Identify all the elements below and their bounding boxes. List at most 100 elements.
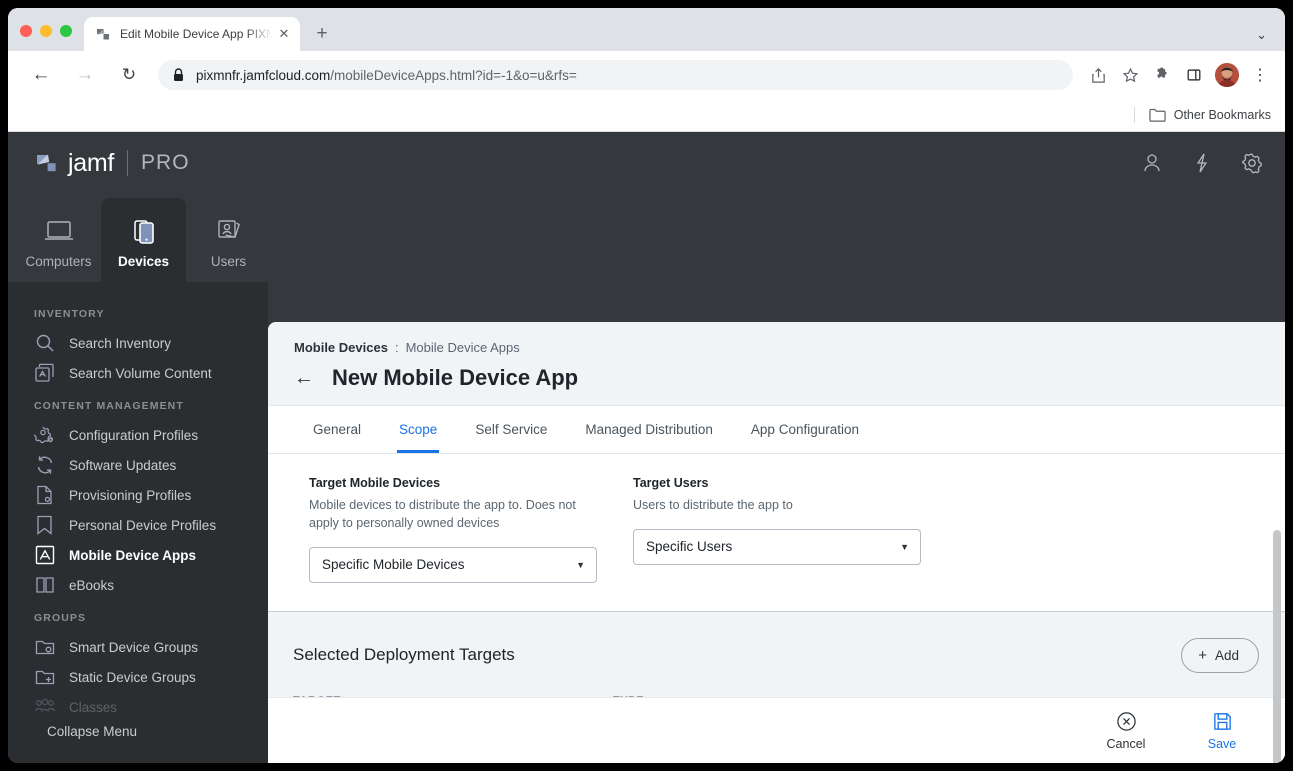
- jamf-edition-label: PRO: [141, 151, 190, 174]
- back-icon[interactable]: ←: [26, 60, 56, 90]
- jamf-top-nav: Computers Devices Users: [8, 194, 1285, 282]
- jamf-header-icons: [1141, 152, 1263, 174]
- collapse-menu-button[interactable]: Collapse Menu: [8, 713, 268, 756]
- field-label-target-users: Target Users: [633, 476, 709, 490]
- breadcrumb-current[interactable]: Mobile Device Apps: [406, 340, 520, 355]
- search-icon: [34, 332, 56, 354]
- tab-managed-distribution[interactable]: Managed Distribution: [566, 406, 732, 453]
- save-label: Save: [1207, 736, 1237, 751]
- bookmarks-bar: Other Bookmarks: [8, 99, 1285, 132]
- share-icon[interactable]: [1083, 60, 1113, 90]
- sidebar-item-search-volume-content[interactable]: Search Volume Content: [8, 358, 268, 388]
- sidebar-section-groups: GROUPS: [34, 612, 87, 624]
- forward-icon[interactable]: →: [70, 60, 100, 90]
- select-target-mobile-devices[interactable]: Specific Mobile Devices ▼: [309, 546, 597, 583]
- sidebar-label-search-volume-content: Search Volume Content: [69, 365, 212, 381]
- folder-plus-icon: [34, 666, 56, 688]
- breadcrumb-root[interactable]: Mobile Devices: [294, 340, 388, 355]
- select-value-target-mobile-devices: Specific Mobile Devices: [322, 557, 465, 572]
- sidebar-item-search-inventory[interactable]: Search Inventory: [8, 328, 268, 358]
- floppy-disk-icon: [1213, 712, 1231, 730]
- tab-app-configuration[interactable]: App Configuration: [732, 406, 878, 453]
- jamf-logo[interactable]: jamf PRO: [36, 149, 190, 178]
- add-button[interactable]: + Add: [1181, 637, 1259, 673]
- tab-general[interactable]: General: [294, 406, 380, 453]
- folder-icon: [1149, 108, 1166, 122]
- topnav-item-devices[interactable]: Devices: [101, 198, 186, 282]
- targets-title: Selected Deployment Targets: [293, 645, 515, 664]
- other-bookmarks-folder[interactable]: Other Bookmarks: [1149, 108, 1271, 122]
- chevron-down-icon: ▼: [576, 559, 585, 570]
- url-text: pixmnfr.jamfcloud.com/mobileDeviceApps.h…: [196, 67, 577, 83]
- sidebar-item-ebooks[interactable]: eBooks: [8, 570, 268, 600]
- browser-tab[interactable]: Edit Mobile Device App PIXM M ✕: [84, 17, 300, 51]
- new-tab-button[interactable]: +: [308, 20, 336, 48]
- sidebar-item-mobile-device-apps[interactable]: Mobile Device Apps: [8, 540, 268, 570]
- bookmark-star-icon[interactable]: [1115, 60, 1145, 90]
- jamf-sidebar: INVENTORY Search Inventory Search Volume…: [8, 282, 268, 763]
- chevron-down-icon[interactable]: ⌄: [1256, 27, 1267, 43]
- browser-toolbar: ← → ↻ pixmnfr.jamfcloud.com/mobileDevice…: [8, 51, 1285, 99]
- user-icon[interactable]: [1141, 152, 1163, 174]
- sidebar-item-software-updates[interactable]: Software Updates: [8, 450, 268, 480]
- field-target-mobile-devices: Target Mobile Devices Mobile devices to …: [309, 476, 597, 583]
- breadcrumb: Mobile Devices : Mobile Device Apps: [294, 340, 1259, 355]
- sidebar-label-personal-device-profiles: Personal Device Profiles: [69, 517, 217, 533]
- bookmark-document-icon: [34, 514, 56, 536]
- select-value-target-users: Specific Users: [646, 539, 733, 555]
- laptop-icon: [44, 221, 73, 240]
- window-traffic-lights: [8, 25, 84, 51]
- add-button-label: Add: [1214, 647, 1239, 663]
- reload-icon[interactable]: ↻: [114, 60, 144, 90]
- sidebar-item-smart-device-groups[interactable]: Smart Device Groups: [8, 632, 268, 662]
- topnav-label-users: Users: [210, 254, 247, 269]
- sidebar-label-static-device-groups: Static Device Groups: [69, 669, 196, 685]
- lightning-bolt-icon[interactable]: [1191, 152, 1213, 174]
- address-bar[interactable]: pixmnfr.jamfcloud.com/mobileDeviceApps.h…: [158, 60, 1073, 90]
- other-bookmarks-label: Other Bookmarks: [1173, 108, 1271, 122]
- topnav-item-computers[interactable]: Computers: [16, 198, 101, 282]
- maximize-window-button[interactable]: [60, 25, 72, 37]
- scope-form-area: Target Mobile Devices Mobile devices to …: [268, 454, 1285, 611]
- back-arrow-icon[interactable]: ←: [294, 367, 314, 390]
- title-row: ← New Mobile Device App: [294, 365, 1259, 391]
- profile-avatar[interactable]: [1215, 63, 1239, 87]
- close-window-button[interactable]: [20, 25, 32, 37]
- open-book-icon: [34, 574, 56, 596]
- side-panel-icon[interactable]: [1179, 60, 1209, 90]
- sidebar-section-content-management: CONTENT MANAGEMENT: [34, 400, 184, 412]
- gear-icon[interactable]: [1241, 152, 1263, 174]
- sidebar-section-inventory: INVENTORY: [34, 308, 105, 320]
- jamf-header: jamf PRO: [8, 132, 1285, 194]
- save-button[interactable]: Save: [1191, 711, 1253, 751]
- lock-icon: [174, 68, 183, 81]
- sidebar-label-software-updates: Software Updates: [69, 457, 177, 473]
- toolbar-right-icons: ⋮: [1083, 60, 1275, 90]
- sidebar-item-configuration-profiles[interactable]: Configuration Profiles: [8, 420, 268, 450]
- topnav-label-computers: Computers: [25, 254, 92, 269]
- field-desc-target-mobile-devices: Mobile devices to distribute the app to.…: [309, 498, 576, 530]
- select-target-users[interactable]: Specific Users ▼: [633, 528, 921, 565]
- sidebar-item-provisioning-profiles[interactable]: Provisioning Profiles: [8, 480, 268, 510]
- extensions-puzzle-icon[interactable]: [1147, 60, 1177, 90]
- browser-tab-title: Edit Mobile Device App PIXM M: [120, 27, 274, 41]
- cancel-button[interactable]: Cancel: [1095, 711, 1157, 751]
- page-title: New Mobile Device App: [332, 365, 579, 390]
- minimize-window-button[interactable]: [40, 25, 52, 37]
- collapse-menu-label: Collapse Menu: [47, 723, 138, 739]
- cancel-circle-icon: [1116, 711, 1136, 731]
- topnav-item-users[interactable]: Users: [186, 198, 271, 282]
- sidebar-label-mobile-device-apps: Mobile Device Apps: [69, 547, 197, 563]
- chrome-menu-icon[interactable]: ⋮: [1245, 60, 1275, 90]
- tab-self-service[interactable]: Self Service: [456, 406, 566, 453]
- close-tab-icon[interactable]: ✕: [276, 26, 292, 42]
- tab-scope[interactable]: Scope: [380, 406, 456, 453]
- sidebar-item-static-device-groups[interactable]: Static Device Groups: [8, 662, 268, 692]
- sidebar-item-personal-device-profiles[interactable]: Personal Device Profiles: [8, 510, 268, 540]
- action-bar: Cancel Save: [268, 697, 1285, 763]
- jamf-favicon: [97, 28, 109, 40]
- topnav-label-devices: Devices: [117, 254, 170, 269]
- panel-scrollbar[interactable]: [1273, 530, 1281, 763]
- field-desc-target-users: Users to distribute the app to: [633, 498, 793, 512]
- targets-header: Selected Deployment Targets + Add: [268, 612, 1285, 695]
